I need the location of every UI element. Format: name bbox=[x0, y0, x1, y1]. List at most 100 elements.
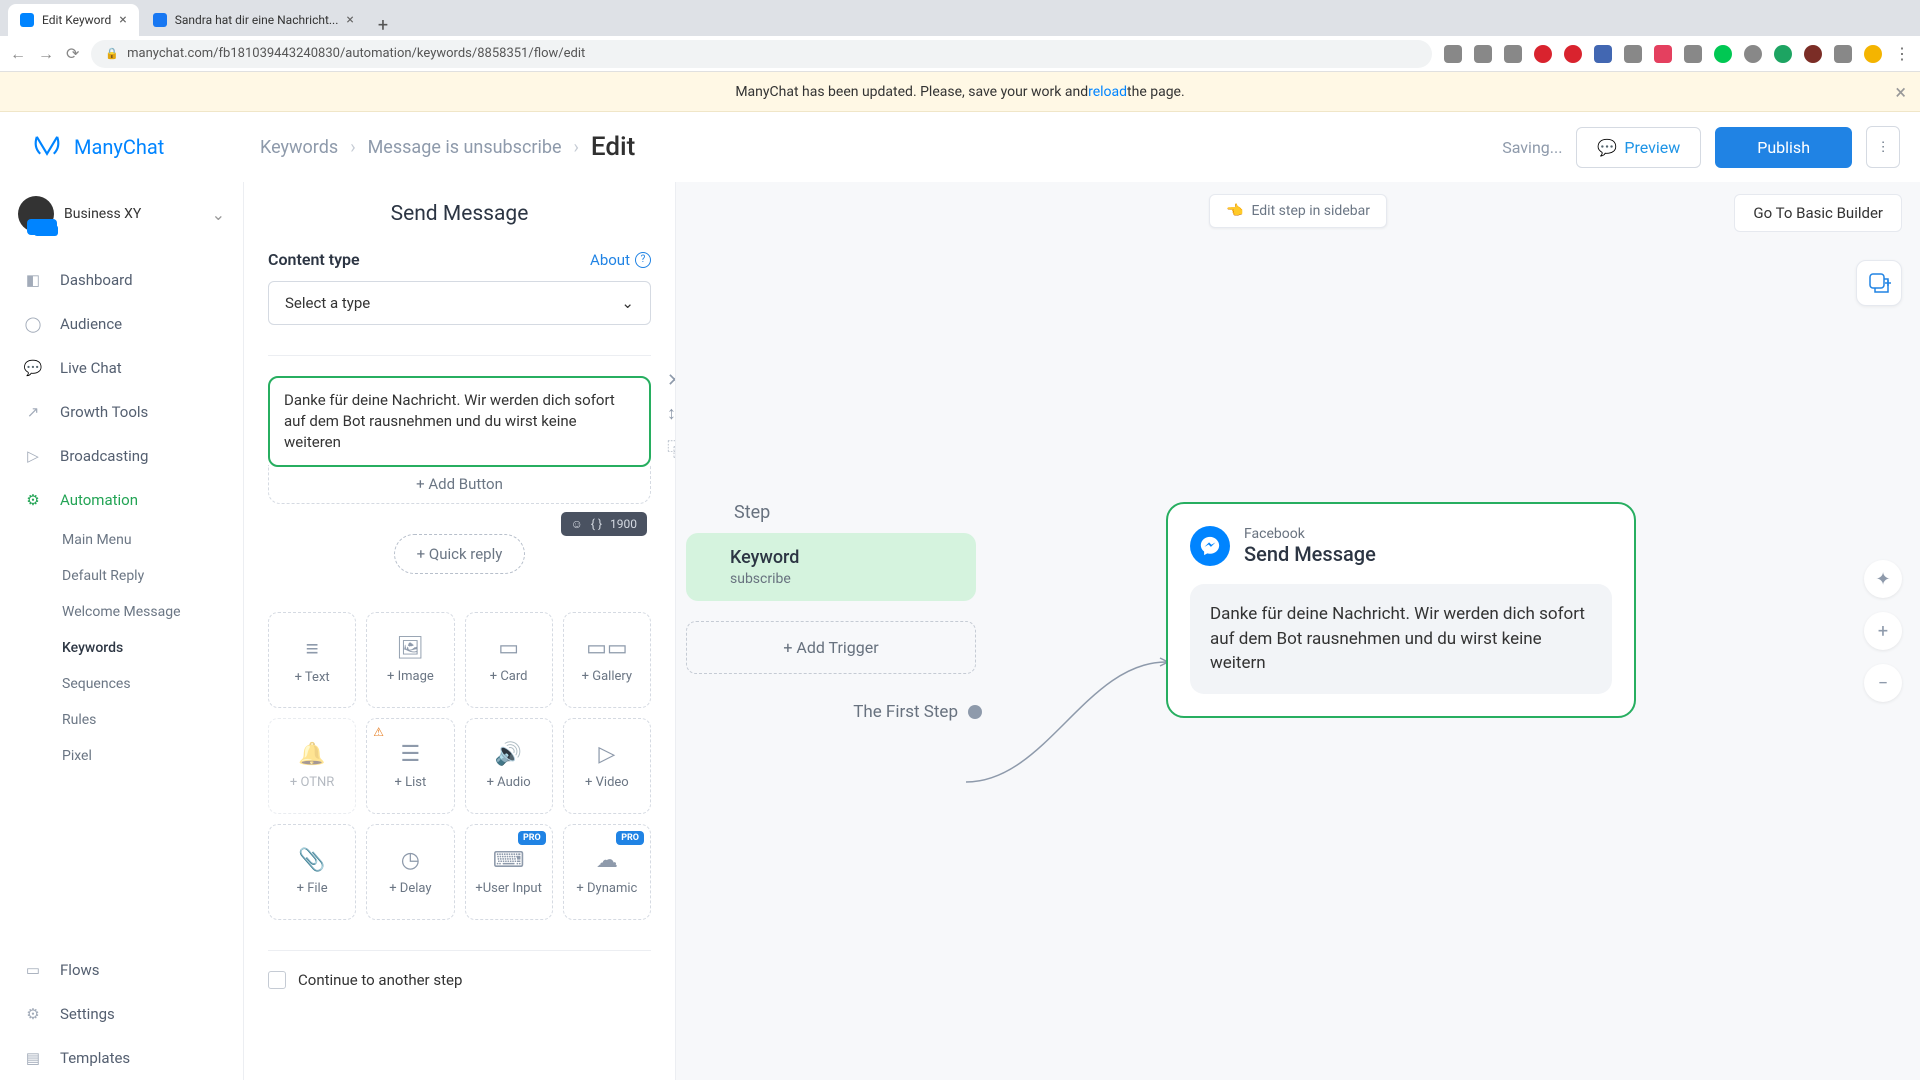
extension-icon[interactable] bbox=[1654, 45, 1672, 63]
extension-icon[interactable] bbox=[1684, 45, 1702, 63]
tab-title: Sandra hat dir eine Nachricht... bbox=[175, 13, 339, 27]
sidebar-item-settings[interactable]: ⚙Settings bbox=[0, 992, 243, 1036]
extension-icon[interactable] bbox=[1594, 45, 1612, 63]
block-otnr[interactable]: 🔔+ OTNR bbox=[268, 718, 356, 814]
sub-nav-rules[interactable]: Rules bbox=[62, 702, 243, 738]
breadcrumb: Keywords › Message is unsubscribe › Edit bbox=[260, 132, 635, 162]
preview-button[interactable]: 💬 Preview bbox=[1576, 127, 1701, 168]
extension-icons: ⋮ bbox=[1444, 44, 1910, 63]
duplicate-icon[interactable]: ⿻ bbox=[667, 436, 676, 462]
breadcrumb-item[interactable]: Keywords bbox=[260, 137, 338, 158]
breadcrumb-item[interactable]: Message is unsubscribe bbox=[368, 137, 562, 158]
reload-button[interactable]: ⟳ bbox=[66, 44, 79, 63]
extension-icon[interactable] bbox=[1714, 45, 1732, 63]
close-icon[interactable]: × bbox=[346, 12, 353, 28]
emoji-icon[interactable]: ☺ bbox=[571, 517, 583, 531]
extension-icon[interactable] bbox=[1774, 45, 1792, 63]
flows-icon: ▭ bbox=[22, 961, 44, 979]
close-icon[interactable]: ✕ bbox=[667, 370, 676, 391]
extension-icon[interactable] bbox=[1564, 45, 1582, 63]
bell-icon: 🔔 bbox=[298, 742, 325, 767]
new-tab-button[interactable]: + bbox=[368, 15, 398, 36]
sub-nav-defaultreply[interactable]: Default Reply bbox=[62, 558, 243, 594]
extension-icon[interactable] bbox=[1804, 45, 1822, 63]
video-icon: ▷ bbox=[598, 742, 615, 767]
block-video[interactable]: ▷+ Video bbox=[563, 718, 651, 814]
publish-button[interactable]: Publish bbox=[1715, 127, 1852, 168]
edit-step-chip[interactable]: 👈 Edit step in sidebar bbox=[1209, 194, 1387, 228]
extension-icon[interactable] bbox=[1624, 45, 1642, 63]
sub-nav-keywords[interactable]: Keywords bbox=[62, 630, 243, 666]
extension-icon[interactable] bbox=[1744, 45, 1762, 63]
send-message-node[interactable]: Facebook Send Message Danke für deine Na… bbox=[1166, 502, 1636, 718]
banner-reload-link[interactable]: reload bbox=[1088, 84, 1127, 100]
zoom-out-button[interactable]: − bbox=[1864, 664, 1902, 702]
move-icon[interactable]: ↕ bbox=[667, 403, 676, 424]
browser-tab-strip: Edit Keyword × Sandra hat dir eine Nachr… bbox=[0, 0, 1920, 36]
sub-nav-sequences[interactable]: Sequences bbox=[62, 666, 243, 702]
block-text[interactable]: ≡+ Text bbox=[268, 612, 356, 708]
banner-text-prefix: ManyChat has been updated. Please, save … bbox=[735, 84, 1088, 100]
sidebar-item-broadcasting[interactable]: ▷Broadcasting bbox=[0, 434, 243, 478]
add-button-row[interactable]: + Add Button bbox=[268, 465, 651, 504]
block-audio[interactable]: 🔊+ Audio bbox=[465, 718, 553, 814]
variable-icon[interactable]: { } bbox=[591, 517, 602, 531]
logo[interactable]: ManyChat bbox=[30, 130, 260, 164]
sub-nav-mainmenu[interactable]: Main Menu bbox=[62, 522, 243, 558]
add-node-button[interactable] bbox=[1856, 260, 1902, 306]
block-dynamic[interactable]: PRO☁+ Dynamic bbox=[563, 824, 651, 920]
block-userinput[interactable]: PRO⌨+User Input bbox=[465, 824, 553, 920]
block-image[interactable]: 🖼+ Image bbox=[366, 612, 454, 708]
block-card[interactable]: ▭+ Card bbox=[465, 612, 553, 708]
extension-icon[interactable] bbox=[1534, 45, 1552, 63]
add-trigger-button[interactable]: + Add Trigger bbox=[686, 621, 976, 674]
extension-icon[interactable] bbox=[1444, 45, 1462, 63]
more-menu-button[interactable]: ⋮ bbox=[1866, 126, 1900, 168]
block-delay[interactable]: ◷+ Delay bbox=[366, 824, 454, 920]
card-icon: ▭ bbox=[498, 636, 519, 661]
sidebar-item-dashboard[interactable]: ◧Dashboard bbox=[0, 258, 243, 302]
flow-canvas[interactable]: 👈 Edit step in sidebar Go To Basic Build… bbox=[676, 182, 1920, 1080]
about-link[interactable]: About ? bbox=[590, 251, 651, 269]
block-file[interactable]: 📎+ File bbox=[268, 824, 356, 920]
sidebar-item-templates[interactable]: ▤Templates bbox=[0, 1036, 243, 1080]
continue-step-row[interactable]: Continue to another step bbox=[268, 971, 651, 989]
extension-icon[interactable] bbox=[1834, 45, 1852, 63]
forward-button[interactable]: → bbox=[38, 44, 54, 64]
sidebar-item-automation[interactable]: ⚙Automation bbox=[0, 478, 243, 522]
editor-panel: Send Message Content type About ? Select… bbox=[244, 182, 676, 1080]
sidebar-item-livechat[interactable]: 💬Live Chat bbox=[0, 346, 243, 390]
tab-title: Edit Keyword bbox=[42, 13, 111, 27]
extension-icon[interactable] bbox=[1504, 45, 1522, 63]
sidebar-item-flows[interactable]: ▭Flows bbox=[0, 948, 243, 992]
list-icon: ☰ bbox=[401, 742, 421, 767]
close-icon[interactable]: × bbox=[119, 12, 126, 28]
content-type-select[interactable]: Select a type ⌄ bbox=[268, 281, 651, 325]
trigger-card[interactable]: Keyword subscribe bbox=[686, 533, 976, 601]
auto-arrange-button[interactable]: ✦ bbox=[1864, 560, 1902, 598]
block-gallery[interactable]: ▭▭+ Gallery bbox=[563, 612, 651, 708]
quick-reply-button[interactable]: + Quick reply bbox=[394, 534, 526, 574]
menu-icon[interactable]: ⋮ bbox=[1894, 44, 1910, 63]
goto-basic-button[interactable]: Go To Basic Builder bbox=[1734, 194, 1902, 232]
trigger-node[interactable]: Step Keyword subscribe + Add Trigger The… bbox=[686, 502, 976, 722]
business-selector[interactable]: PRO Business XY ⌄ bbox=[0, 182, 243, 246]
message-text-input[interactable]: Danke für deine Nachricht. Wir werden di… bbox=[268, 376, 651, 467]
back-button[interactable]: ← bbox=[10, 44, 26, 64]
sub-nav-pixel[interactable]: Pixel bbox=[62, 738, 243, 774]
extension-icon[interactable] bbox=[1474, 45, 1492, 63]
sub-nav-welcome[interactable]: Welcome Message bbox=[62, 594, 243, 630]
block-list[interactable]: ⚠☰+ List bbox=[366, 718, 454, 814]
continue-checkbox[interactable] bbox=[268, 971, 286, 989]
continue-label: Continue to another step bbox=[298, 971, 462, 989]
profile-avatar[interactable] bbox=[1864, 45, 1882, 63]
zoom-in-button[interactable]: + bbox=[1864, 612, 1902, 650]
browser-tab[interactable]: Sandra hat dir eine Nachricht... × bbox=[141, 4, 366, 36]
sidebar-item-growthtools[interactable]: ↗Growth Tools bbox=[0, 390, 243, 434]
sidebar-item-audience[interactable]: ◯Audience bbox=[0, 302, 243, 346]
close-icon[interactable]: × bbox=[1895, 80, 1906, 104]
image-icon: 🖼 bbox=[396, 636, 424, 661]
url-bar[interactable]: 🔒 manychat.com/fb181039443240830/automat… bbox=[91, 40, 1432, 68]
divider bbox=[268, 355, 651, 356]
browser-tab-active[interactable]: Edit Keyword × bbox=[8, 4, 139, 36]
